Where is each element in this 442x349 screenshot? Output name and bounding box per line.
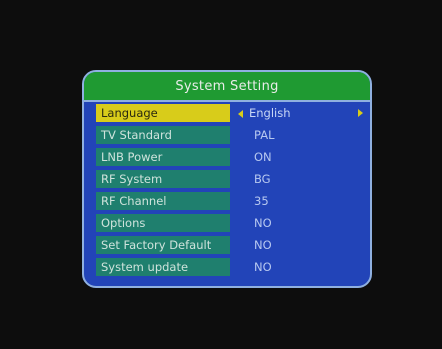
setting-row-rf-system[interactable]: RF System BG [84,170,370,189]
setting-row-rf-channel[interactable]: RF Channel 35 [84,192,370,211]
setting-value-text: English [249,106,291,120]
setting-row-tv-standard[interactable]: TV Standard PAL [84,126,370,145]
setting-value[interactable]: NO [254,258,272,276]
setting-label: RF System [96,170,230,188]
settings-list: Language English TV Standard PAL LNB Pow… [84,104,370,280]
setting-value[interactable]: PAL [254,126,274,144]
setting-label: System update [96,258,230,276]
system-setting-dialog: System Setting Language English TV Stand… [82,70,372,288]
setting-row-language[interactable]: Language English [84,104,370,123]
tv-screen: System Setting Language English TV Stand… [0,0,442,349]
arrow-left-icon[interactable] [238,109,243,118]
setting-row-system-update[interactable]: System update NO [84,258,370,277]
setting-label: LNB Power [96,148,230,166]
setting-value[interactable]: ON [254,148,272,166]
setting-value[interactable]: BG [254,170,271,188]
dialog-title: System Setting [84,72,370,102]
setting-value[interactable]: NO [254,214,272,232]
setting-label: Options [96,214,230,232]
setting-row-options[interactable]: Options NO [84,214,370,233]
setting-label: Language [96,104,230,122]
setting-value[interactable]: English [238,104,291,122]
arrow-right-icon[interactable] [358,109,363,117]
setting-row-lnb-power[interactable]: LNB Power ON [84,148,370,167]
setting-label: Set Factory Default [96,236,230,254]
setting-value[interactable]: NO [254,236,272,254]
setting-row-set-factory-default[interactable]: Set Factory Default NO [84,236,370,255]
setting-label: RF Channel [96,192,230,210]
setting-value[interactable]: 35 [254,192,269,210]
setting-label: TV Standard [96,126,230,144]
